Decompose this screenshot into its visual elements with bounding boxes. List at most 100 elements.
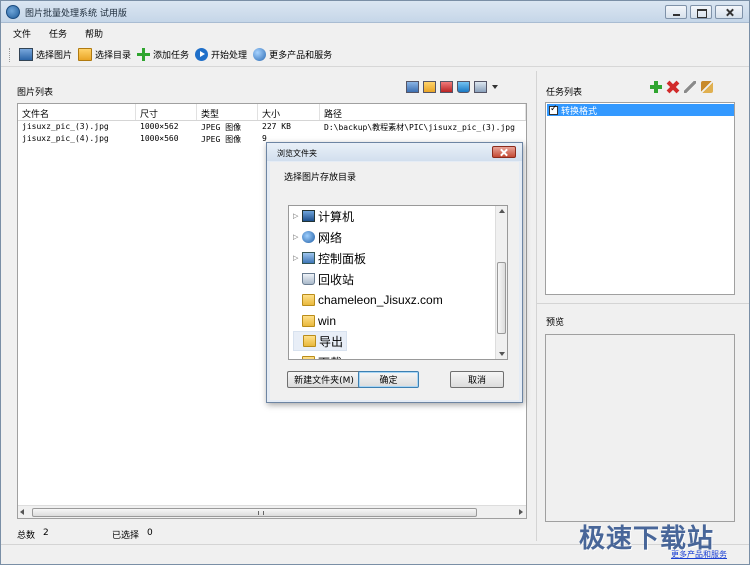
list-item[interactable]: 转换格式 [547,104,734,117]
task-toolbar [650,81,713,93]
tree-item-network[interactable]: ▷ 网络 [293,227,342,247]
list-options-icon[interactable] [474,81,487,93]
tree-item-recycle-bin[interactable]: 回收站 [293,269,354,289]
table-row[interactable]: jisuxz_pic_(3).jpg 1000×562 JPEG 图像 227 … [18,121,526,133]
window-title: 图片批量处理系统 试用版 [25,9,127,19]
selected-value: 0 [147,528,153,538]
folder-icon [78,48,93,61]
recycle-bin-icon [302,273,315,285]
start-processing-button[interactable]: 开始处理 [195,48,247,61]
select-directory-button[interactable]: 选择目录 [78,48,131,61]
column-size[interactable]: 尺寸 [136,104,197,120]
column-path[interactable]: 路径 [320,104,526,120]
chevron-down-icon[interactable] [492,85,498,89]
network-icon [302,231,315,243]
cell-path: D:\backup\教程素材\PIC\jisuxz_pic_(3).jpg [324,123,515,132]
dialog-close-button[interactable] [492,146,516,158]
image-list-heading: 图片列表 [17,88,54,98]
tree-item-label: 计算机 [318,209,355,224]
add-task-button[interactable]: 添加任务 [137,48,189,61]
start-processing-label: 开始处理 [211,51,248,61]
expand-arrow-icon[interactable]: ▷ [293,254,299,262]
toolbar-grip [9,47,11,62]
open-folder-icon[interactable] [423,81,436,93]
globe-icon [253,48,267,61]
add-task-icon[interactable] [650,81,662,93]
dialog-body: 选择图片存放目录 ▷ 计算机 ▷ 网络 ▷ 控制面板 回收站 chameleon… [270,162,519,400]
select-directory-label: 选择目录 [95,51,132,61]
scroll-left-icon[interactable] [20,509,24,515]
title-bar: 图片批量处理系统 试用版 [1,1,749,23]
tree-item-label: 导出 [319,334,344,349]
tree-item-folder[interactable]: chameleon_Jisuxz.com [293,290,443,310]
menu-task[interactable]: 任务 [49,27,67,40]
tree-item-control-panel[interactable]: ▷ 控制面板 [293,248,366,268]
folder-tree[interactable]: ▷ 计算机 ▷ 网络 ▷ 控制面板 回收站 chameleon_Jisuxz.c… [288,205,508,360]
computer-icon [302,210,315,222]
play-icon [195,48,209,61]
tree-item-folder[interactable]: win [293,311,336,331]
menu-file[interactable]: 文件 [13,27,31,40]
scrollbar-thumb[interactable] [32,508,477,517]
tree-item-label: chameleon_Jisuxz.com [318,293,443,307]
task-checkbox[interactable] [549,104,558,115]
browse-folder-dialog: 浏览文件夹 选择图片存放目录 ▷ 计算机 ▷ 网络 ▷ 控制面板 回收站 cha… [266,142,523,403]
maximize-button[interactable] [690,5,712,19]
task-list-heading: 任务列表 [546,88,583,98]
scroll-up-icon[interactable] [499,209,505,213]
total-value: 2 [43,528,49,538]
expand-arrow-icon[interactable]: ▷ [293,233,299,241]
plus-icon [137,48,151,61]
vertical-scrollbar[interactable] [495,206,507,359]
delete-icon[interactable] [457,81,470,93]
view-icon[interactable] [406,81,419,93]
panel-divider [536,71,537,541]
column-filename[interactable]: 文件名 [18,104,136,120]
column-filesize[interactable]: 大小 [258,104,320,120]
cell-filename: jisuxz_pic_(3).jpg [22,122,109,131]
task-list[interactable]: 转换格式 [545,102,735,295]
tree-item-folder[interactable]: 下载 [293,352,342,360]
scroll-right-icon[interactable] [519,509,523,515]
main-window: 图片批量处理系统 试用版 文件 任务 帮助 选择图片 选择目录 添加任务 开始处… [0,0,750,565]
cancel-button[interactable]: 取消 [450,371,504,388]
tree-item-folder-selected[interactable]: 导出 [293,331,348,351]
column-type[interactable]: 类型 [197,104,258,120]
tree-item-label: 控制面板 [318,251,367,266]
menu-help[interactable]: 帮助 [85,27,103,40]
task-label: 转换格式 [561,106,598,117]
image-icon [19,48,33,61]
add-task-label: 添加任务 [153,51,190,61]
remove-image-icon[interactable] [440,81,453,93]
expand-arrow-icon[interactable]: ▷ [293,212,299,220]
image-list-toolbar [406,81,498,93]
preview-divider [537,303,749,304]
close-button[interactable] [715,5,743,19]
delete-task-icon[interactable] [667,81,679,93]
preview-area [545,334,735,522]
tree-item-computer[interactable]: ▷ 计算机 [293,206,354,226]
ok-button[interactable]: 确定 [358,371,419,388]
wrench-icon[interactable] [684,81,696,93]
horizontal-scrollbar[interactable] [18,505,526,518]
control-panel-icon [302,252,315,264]
scroll-down-icon[interactable] [499,352,505,356]
select-image-button[interactable]: 选择图片 [19,48,72,61]
dialog-title: 浏览文件夹 [277,149,317,158]
broom-icon[interactable] [701,81,713,93]
cell-filename: jisuxz_pic_(4).jpg [22,134,109,143]
cell-size: 1000×562 [140,122,179,131]
more-products-button[interactable]: 更多产品和服务 [253,48,332,61]
new-folder-button[interactable]: 新建文件夹(M) [287,371,361,388]
preview-heading: 预览 [546,318,565,328]
selected-label: 已选择 [112,531,140,541]
menu-bar: 文件 任务 帮助 [1,24,749,42]
minimize-button[interactable] [665,5,687,19]
app-logo-icon [6,5,20,19]
tree-item-label: 下载 [318,354,342,360]
folder-icon [302,294,315,306]
cell-type: JPEG 图像 [201,135,242,144]
folder-icon [302,315,315,327]
scrollbar-thumb[interactable] [497,262,506,334]
tree-item-label: 回收站 [318,272,355,287]
